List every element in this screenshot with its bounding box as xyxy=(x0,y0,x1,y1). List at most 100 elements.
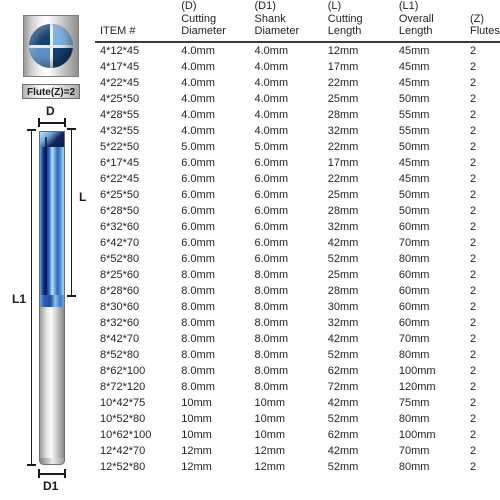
cell-flutes: 2 xyxy=(469,332,477,345)
cell-flutes: 2 xyxy=(469,444,477,457)
cell-flutes: 2 xyxy=(469,156,477,169)
cell-flutes: 2 xyxy=(469,380,477,393)
end-mill-illustration xyxy=(39,131,65,465)
cell-overall-length: 45mm xyxy=(398,76,430,89)
dimension-line-d1 xyxy=(38,473,66,475)
cell-cutting-diameter: 6.0mm xyxy=(181,204,215,217)
cell-cutting-diameter: 4.0mm xyxy=(181,108,215,121)
cell-item: 10*52*80 xyxy=(100,412,146,425)
specification-table: ITEM # (D) Cutting Diameter (D1) Shank D… xyxy=(95,0,500,475)
cell-item: 4*25*50 xyxy=(100,92,140,105)
cell-cutting-length: 17mm xyxy=(327,156,359,169)
cell-overall-length: 60mm xyxy=(398,268,430,281)
cell-overall-length: 45mm xyxy=(398,172,430,185)
cell-overall-length: 55mm xyxy=(398,124,430,137)
table-row: 8*62*100 8.0mm 8.0mm 62mm 100mm 2 xyxy=(95,363,500,379)
cell-flutes: 2 xyxy=(469,300,477,313)
cell-cutting-diameter: 8.0mm xyxy=(181,284,215,297)
cell-shank-diameter: 8.0mm xyxy=(254,316,289,329)
table-row: 8*32*60 8.0mm 8.0mm 32mm 60mm 2 xyxy=(95,315,500,331)
table-row: 6*22*45 6.0mm 6.0mm 22mm 45mm 2 xyxy=(95,171,500,187)
cell-item: 12*42*70 xyxy=(100,444,146,457)
cell-cutting-diameter: 12mm xyxy=(181,444,212,457)
cell-cutting-length: 25mm xyxy=(327,268,359,281)
table-row: 6*52*80 6.0mm 6.0mm 52mm 80mm 2 xyxy=(95,251,500,267)
dimension-line-l xyxy=(71,129,72,297)
cell-shank-diameter: 6.0mm xyxy=(254,172,289,185)
cell-overall-length: 45mm xyxy=(398,156,430,169)
cell-shank-diameter: 8.0mm xyxy=(254,348,289,361)
cell-cutting-length: 28mm xyxy=(327,204,359,217)
cell-item: 8*42*70 xyxy=(100,332,140,345)
cell-cutting-length: 30mm xyxy=(327,300,359,313)
tool-diagram-panel: Flute(Z)=2 D L L1 D1 xyxy=(0,0,95,500)
cell-cutting-length: 42mm xyxy=(327,236,359,249)
dimension-label-l: L xyxy=(79,190,87,204)
flute-cross-section-badge xyxy=(23,15,79,77)
column-header-item: ITEM # xyxy=(95,0,182,43)
cell-cutting-length: 25mm xyxy=(327,188,359,201)
column-header-shank-diameter-code: (D1) xyxy=(254,0,276,12)
cell-cutting-length: 32mm xyxy=(327,316,359,329)
cell-cutting-diameter: 8.0mm xyxy=(181,364,215,377)
cell-flutes: 2 xyxy=(469,60,477,73)
cell-overall-length: 80mm xyxy=(398,252,430,265)
cell-shank-diameter: 8.0mm xyxy=(254,284,289,297)
cell-overall-length: 80mm xyxy=(398,348,430,361)
cell-shank-diameter: 6.0mm xyxy=(254,204,289,217)
cell-flutes: 2 xyxy=(469,108,477,121)
cell-shank-diameter: 12mm xyxy=(254,444,286,457)
cell-cutting-diameter: 8.0mm xyxy=(181,332,215,345)
table-row: 4*22*45 4.0mm 4.0mm 22mm 45mm 2 xyxy=(95,75,500,91)
cell-item: 8*52*80 xyxy=(100,348,140,361)
cell-overall-length: 50mm xyxy=(398,140,430,153)
table-row: 8*30*60 8.0mm 8.0mm 30mm 60mm 2 xyxy=(95,299,500,315)
cell-overall-length: 50mm xyxy=(398,92,430,105)
table-row: 10*62*100 10mm 10mm 62mm 100mm 2 xyxy=(95,427,500,443)
cell-shank-diameter: 10mm xyxy=(254,412,286,425)
table-row: 8*25*60 8.0mm 8.0mm 25mm 60mm 2 xyxy=(95,267,500,283)
cell-flutes: 2 xyxy=(469,268,477,281)
cell-shank-diameter: 6.0mm xyxy=(254,188,289,201)
cell-cutting-length: 32mm xyxy=(327,124,359,137)
cell-shank-diameter: 8.0mm xyxy=(254,364,289,377)
cell-item: 6*22*45 xyxy=(100,172,140,185)
cell-flutes: 2 xyxy=(469,316,477,329)
specification-table-panel: ITEM # (D) Cutting Diameter (D1) Shank D… xyxy=(95,0,500,500)
column-header-flutes-line2: Flutes xyxy=(469,25,500,37)
cell-cutting-length: 32mm xyxy=(327,220,359,233)
table-row: 4*28*55 4.0mm 4.0mm 28mm 55mm 2 xyxy=(95,107,500,123)
cell-cutting-diameter: 4.0mm xyxy=(181,44,215,57)
cell-cutting-length: 42mm xyxy=(327,444,359,457)
cell-item: 4*12*45 xyxy=(100,44,140,57)
dimension-tick-l-top xyxy=(67,128,76,130)
cell-item: 6*42*70 xyxy=(100,236,140,249)
column-header-cutting-length-line1: Cutting xyxy=(327,12,363,25)
cell-flutes: 2 xyxy=(469,284,477,297)
cell-cutting-length: 28mm xyxy=(327,108,359,121)
cell-overall-length: 70mm xyxy=(398,444,430,457)
dimension-tick-l1-bottom xyxy=(27,464,36,466)
column-header-cutting-diameter-code: (D) xyxy=(181,0,197,12)
cell-shank-diameter: 10mm xyxy=(254,396,286,409)
table-row: 6*25*50 6.0mm 6.0mm 25mm 50mm 2 xyxy=(95,187,500,203)
cell-flutes: 2 xyxy=(469,460,477,473)
cell-overall-length: 60mm xyxy=(398,316,430,329)
cell-overall-length: 60mm xyxy=(398,220,430,233)
cell-cutting-length: 22mm xyxy=(327,76,359,89)
cell-flutes: 2 xyxy=(469,140,477,153)
cell-cutting-length: 42mm xyxy=(327,332,359,345)
table-row: 6*28*50 6.0mm 6.0mm 28mm 50mm 2 xyxy=(95,203,500,219)
cell-cutting-length: 17mm xyxy=(327,60,359,73)
table-row: 8*52*80 8.0mm 8.0mm 52mm 80mm 2 xyxy=(95,347,500,363)
cell-shank-diameter: 4.0mm xyxy=(254,108,289,121)
column-header-cutting-length-code: (L) xyxy=(327,0,342,12)
cell-flutes: 2 xyxy=(469,252,477,265)
table-row: 12*52*80 12mm 12mm 52mm 80mm 2 xyxy=(95,459,500,475)
table-row: 4*12*45 4.0mm 4.0mm 12mm 45mm 2 xyxy=(95,42,500,59)
column-header-flutes: (Z) Flutes xyxy=(469,0,500,43)
cell-cutting-diameter: 8.0mm xyxy=(181,348,215,361)
dimension-tick-d1-right xyxy=(64,469,66,478)
table-row: 4*17*45 4.0mm 4.0mm 17mm 45mm 2 xyxy=(95,59,500,75)
cell-shank-diameter: 8.0mm xyxy=(254,380,289,393)
